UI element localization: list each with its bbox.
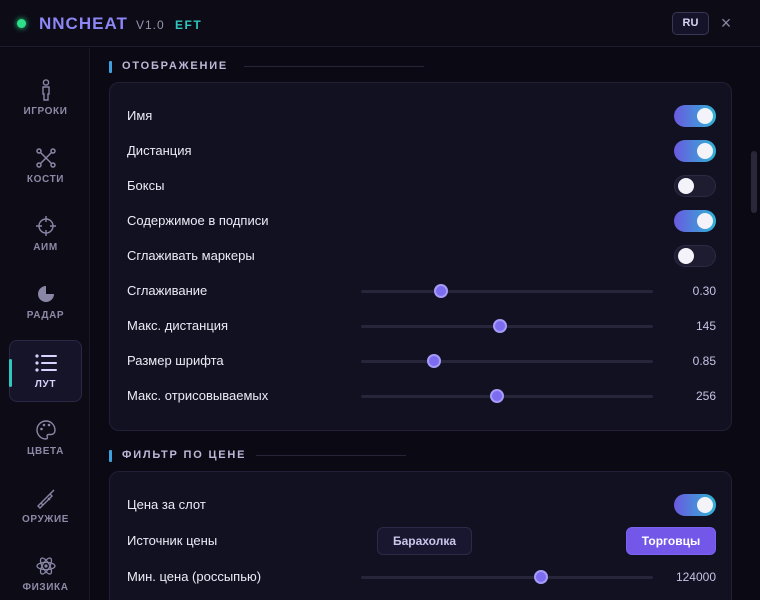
setting-label: Цена за слот	[127, 497, 206, 512]
setting-label: Макс. отрисовываемых	[127, 388, 269, 403]
sidebar-item-2[interactable]: КОСТИ	[9, 136, 82, 198]
toggle-switch[interactable]	[674, 494, 716, 516]
sidebar-item-label: ОРУЖИЕ	[21, 514, 70, 525]
setting-label: Сглаживание	[127, 283, 208, 298]
price-filter-card: Цена за слот Источник цены Барахолка Торгов…	[109, 471, 732, 600]
slider-track[interactable]	[361, 570, 653, 584]
setting-row: Размер шрифта 0.85	[127, 349, 716, 373]
toggle-knob	[697, 143, 713, 159]
setting-row: Макс. дистанция 145	[127, 314, 716, 338]
slider-value: 0.30	[692, 284, 716, 298]
setting-row: Дистанция	[127, 139, 716, 163]
scrollbar-thumb[interactable]	[751, 151, 757, 213]
setting-row: Имя	[127, 104, 716, 128]
slider-thumb[interactable]	[533, 570, 548, 584]
sidebar-item-5[interactable]: ЛУТ	[9, 340, 82, 402]
close-icon[interactable]: ×	[716, 13, 736, 33]
app-version: V1.0	[136, 18, 165, 32]
sidebar-item-1[interactable]: ИГРОКИ	[9, 68, 82, 130]
slider-value: 124000	[675, 570, 716, 584]
sidebar-item-4[interactable]: РАДАР	[9, 272, 82, 334]
sidebar: ИГРОКИ КОСТИ АИМ РАДАР ЛУТ ЦВЕТА ОРУЖИЕ ФИЗИКА	[0, 48, 90, 600]
setting-row: Боксы	[127, 174, 716, 198]
main-content: ОТОБРАЖЕНИЕ Имя Дистанция Боксы Содержимое …	[91, 48, 760, 600]
title-bar: NNCHEAT V1.0 EFT RU ×	[0, 0, 760, 47]
setting-label: Источник цены	[127, 533, 218, 548]
setting-label: Сглаживать маркеры	[127, 248, 255, 263]
toggle-knob	[697, 497, 713, 513]
section-header-display: ОТОБРАЖЕНИЕ	[109, 60, 424, 74]
toggle-knob	[678, 248, 694, 264]
toggle-knob	[697, 108, 713, 124]
toggle-switch[interactable]	[674, 140, 716, 162]
slider-value: 145	[695, 319, 716, 333]
section-divider	[244, 66, 424, 67]
setting-row: Содержимое в подписи	[127, 209, 716, 233]
atom-icon	[9, 555, 82, 577]
sidebar-item-3[interactable]: АИМ	[9, 204, 82, 266]
section-divider	[256, 455, 406, 456]
sidebar-item-label: КОСТИ	[26, 174, 65, 185]
sidebar-item-7[interactable]: ОРУЖИЕ	[9, 476, 82, 538]
sidebar-item-8[interactable]: ФИЗИКА	[9, 544, 82, 600]
language-button[interactable]: RU	[672, 12, 709, 35]
setting-row: Сглаживание 0.30	[127, 279, 716, 303]
crosshair-icon	[9, 215, 82, 237]
setting-label: Содержимое в подписи	[127, 213, 269, 228]
sidebar-item-label: ИГРОКИ	[23, 106, 68, 117]
setting-row: Мин. цена (россыпью) 124000	[127, 565, 716, 589]
setting-label: Боксы	[127, 178, 165, 193]
section-title: ФИЛЬТР ПО ЦЕНЕ	[122, 449, 247, 461]
toggle-switch[interactable]	[674, 175, 716, 197]
slider-value: 256	[695, 389, 716, 403]
slider-track[interactable]	[361, 389, 653, 403]
radar-icon	[9, 283, 82, 305]
slider-track[interactable]	[361, 284, 653, 298]
setting-label: Мин. цена (россыпью)	[127, 569, 262, 584]
sidebar-item-label: ЛУТ	[34, 379, 57, 390]
sidebar-item-label: ЦВЕТА	[27, 446, 64, 457]
setting-label: Размер шрифта	[127, 353, 224, 368]
sidebar-item-label: РАДАР	[26, 310, 65, 321]
status-dot	[17, 19, 26, 28]
slider-track[interactable]	[361, 319, 653, 333]
bones-icon	[9, 147, 82, 169]
setting-row: Макс. отрисовываемых 256	[127, 384, 716, 408]
person-icon	[9, 79, 82, 101]
setting-label: Макс. дистанция	[127, 318, 229, 333]
sidebar-item-label: АИМ	[33, 242, 58, 253]
sidebar-item-label: ФИЗИКА	[22, 582, 69, 593]
setting-row: Цена за слот	[127, 493, 716, 517]
toggle-switch[interactable]	[674, 245, 716, 267]
list-icon	[10, 352, 81, 374]
price-source-option-2[interactable]: Торговцы	[626, 527, 716, 555]
slider-track[interactable]	[361, 354, 653, 368]
slider-thumb[interactable]	[492, 319, 507, 333]
display-settings-card: Имя Дистанция Боксы Содержимое в подписи Сгл…	[109, 82, 732, 431]
setting-label: Имя	[127, 108, 153, 123]
toggle-switch[interactable]	[674, 210, 716, 232]
slider-value: 0.85	[692, 354, 716, 368]
sidebar-item-6[interactable]: ЦВЕТА	[9, 408, 82, 470]
slider-thumb[interactable]	[427, 354, 441, 368]
palette-icon	[9, 419, 82, 441]
price-source-option-1[interactable]: Барахолка	[377, 527, 472, 555]
slider-thumb[interactable]	[489, 389, 504, 403]
section-header-price: ФИЛЬТР ПО ЦЕНЕ	[109, 449, 409, 463]
setting-label: Дистанция	[127, 143, 192, 158]
toggle-switch[interactable]	[674, 105, 716, 127]
game-badge: EFT	[175, 18, 203, 32]
section-accent	[109, 61, 112, 73]
toggle-knob	[678, 178, 694, 194]
setting-row: Сглаживать маркеры	[127, 244, 716, 268]
setting-row: Источник цены Барахолка Торговцы	[127, 527, 716, 555]
slider-thumb[interactable]	[434, 284, 449, 298]
app-title: NNCHEAT	[39, 14, 128, 33]
section-accent	[109, 450, 112, 462]
rifle-icon	[9, 487, 82, 509]
section-title: ОТОБРАЖЕНИЕ	[122, 60, 229, 72]
toggle-knob	[697, 213, 713, 229]
